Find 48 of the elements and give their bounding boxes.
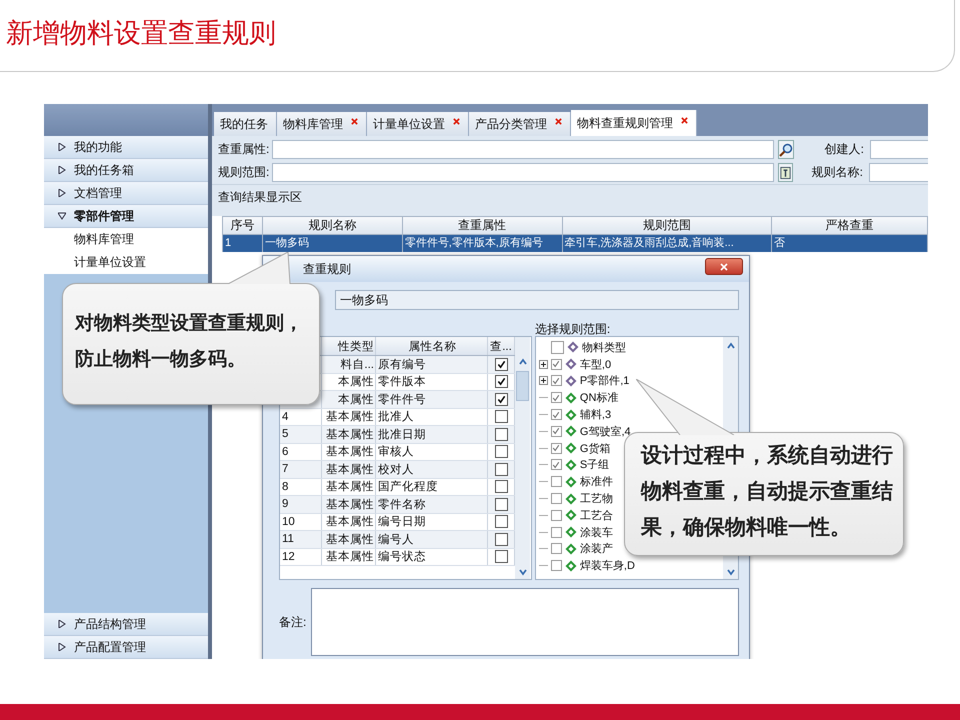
table-cell: 4 (282, 410, 288, 423)
field-label: 创建人: (824, 141, 864, 158)
table-cell-text: 基本属性 (326, 498, 374, 512)
table-cell-text: 本属性 (338, 374, 374, 390)
table-cell: 5 (282, 428, 288, 440)
table-cell: 12 (282, 550, 295, 563)
table-cell: 审核人 (378, 444, 414, 460)
table-cell-text: 批准日期 (378, 428, 426, 442)
table-cell: 7 (282, 463, 288, 476)
table-cell-text: 基本属性 (326, 428, 374, 442)
table-cell: 一物多码 (262, 235, 403, 252)
table-cell-text: 基本属性 (326, 550, 374, 564)
table-cell: 10 (282, 516, 295, 528)
table-cell-text: 基本属性 (326, 514, 374, 530)
table-cell-text: 零件版本 (378, 374, 426, 390)
table-cell-text: 零件名称 (378, 498, 426, 512)
table-cell-text: 批准人 (378, 410, 414, 424)
field-label: 备注: (279, 614, 307, 630)
table-cell-text: 基本属性 (326, 444, 374, 460)
table-cell: 9 (282, 498, 288, 510)
field-label: 规则范围: (218, 164, 270, 181)
table-cell-text: 编号人 (378, 532, 414, 547)
table-cell-text: 原有编号 (378, 358, 426, 372)
table-cell-text: 国产化程度 (378, 480, 438, 494)
table-cell-text: 校对人 (378, 462, 414, 477)
table-cell-text: 基本属性 (326, 410, 374, 424)
field-label: 查重属性: (218, 141, 270, 158)
table-cell-text: 编号日期 (378, 514, 426, 530)
table-cell-text: 基本属性 (326, 462, 374, 477)
table-cell-text: 编号状态 (378, 550, 426, 564)
table-cell: 11 (282, 533, 294, 546)
table-cell: 8 (282, 480, 288, 493)
table-cell-text: 零件件号 (378, 392, 426, 407)
field-label: 规则名称: (810, 164, 863, 181)
table-cell-text: 基本属性 (326, 532, 374, 547)
table-cell-text: 料自... (340, 358, 374, 372)
table-cell: 否 (772, 235, 928, 252)
dialog-title: 查重规则 (303, 260, 351, 278)
slide-title: 新增物料设置查重规则 (6, 16, 276, 50)
table-cell-text: 基本属性 (326, 480, 374, 494)
tree-label: 选择规则范围: (534, 322, 612, 336)
table-cell-text: 本属性 (338, 392, 374, 407)
table-cell: 1 (223, 235, 263, 252)
group-title: 查询结果显示区 (218, 190, 302, 204)
table-cell: 零件件号,零件版本,原有编号 (402, 235, 563, 252)
table-cell: 6 (282, 446, 288, 458)
table-cell: 牵引车,洗涤器及雨刮总成,音响装... (562, 235, 772, 252)
callout-tooltip: 对物料类型设置查重规则，防止物料一物多码。 (62, 283, 320, 405)
